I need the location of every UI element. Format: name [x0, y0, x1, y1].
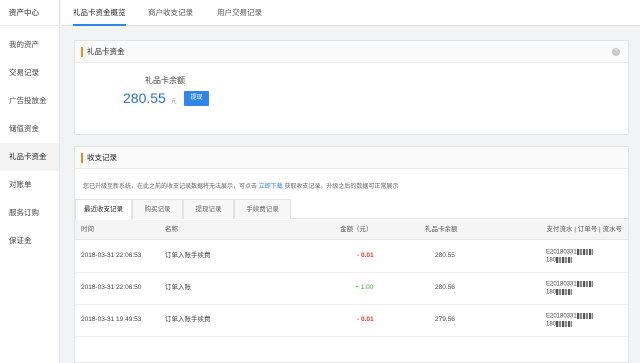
section-accent-bar: [81, 47, 83, 57]
withdraw-button[interactable]: 提现: [184, 91, 209, 106]
col-time: 时间: [81, 226, 94, 233]
row-name: 订单入账手续费: [165, 252, 211, 259]
row-balance: 279.56: [435, 316, 455, 323]
row-time: 2018-03-31 22:06:50: [81, 284, 142, 291]
subtab-withdrawals[interactable]: 提现记录: [183, 199, 234, 219]
row-balance: 280.56: [435, 284, 455, 291]
sidebar-item-stored-value[interactable]: 储值资金: [0, 115, 59, 143]
row-reference[interactable]: E20180331 180: [546, 249, 622, 265]
redacted-mark: [576, 281, 593, 287]
row-time: 2018-03-31 22:06:53: [81, 252, 142, 259]
row-reference[interactable]: E20180331 180: [546, 281, 622, 297]
notice-prefix: 您已升级至新系统，在此之前的收支记录数据将无法展示，可点击: [83, 184, 258, 190]
download-link[interactable]: 立即下载: [259, 184, 283, 190]
notice-suffix: 获取收支记录。升级之后的数据可正常展示: [284, 184, 399, 190]
section-accent-bar: [81, 153, 83, 163]
subtab-purchases[interactable]: 购买记录: [132, 199, 183, 219]
row-balance: 280.55: [435, 252, 455, 259]
sidebar-item-statements[interactable]: 对账单: [0, 171, 59, 199]
redacted-mark: [576, 249, 593, 255]
sidebar: 资产中心 我的资产 交易记录 广告投放金 储值资金 礼品卡资金 对账单 服务订购…: [0, 0, 60, 363]
overview-panel: 礼品卡资金 ? 礼品卡余额 280.55 元 提现: [74, 40, 629, 135]
records-panel: 收支记录 您已升级至新系统，在此之前的收支记录数据将无法展示，可点击 立即下载 …: [74, 146, 629, 363]
subtab-fees[interactable]: 手续费记录: [234, 199, 291, 219]
redacted-mark: [556, 257, 573, 264]
ref-line-1: E20180331: [546, 313, 577, 320]
ref-line-1: E20180331: [546, 281, 577, 288]
subtab-recent[interactable]: 最近收支记录: [75, 199, 132, 220]
tab-gift-card-overview[interactable]: 礼品卡资金概览: [73, 0, 126, 26]
sidebar-item-deposit[interactable]: 保证金: [0, 227, 59, 255]
table-row: 2018-03-31 22:06:53 订单入账手续费 - 0.01 280.5…: [75, 241, 628, 273]
ref-line-2: 180: [546, 289, 557, 296]
redacted-mark: [576, 313, 593, 319]
sidebar-item-ad-funds[interactable]: 广告投放金: [0, 87, 59, 115]
sidebar-title: 资产中心: [0, 0, 59, 26]
table-row: 2018-03-31 22:06:50 订单入账 + 1.00 280.56 E…: [75, 273, 628, 305]
col-amount: 金额（元）: [340, 226, 373, 233]
overview-header: 礼品卡资金 ?: [75, 41, 628, 63]
ref-line-2: 180: [546, 257, 557, 264]
row-name: 订单入账手续费: [165, 316, 211, 323]
records-subtabs: 最近收支记录 购买记录 提现记录 手续费记录: [75, 199, 628, 220]
table-row: 2018-03-31 19:49:53 订单入账手续费 - 0.01 279.5…: [75, 305, 628, 337]
sidebar-item-service-orders[interactable]: 服务订购: [0, 199, 59, 227]
tab-user-transactions[interactable]: 用户交易记录: [217, 0, 262, 26]
ref-line-1: E20180331: [546, 249, 577, 256]
balance-label: 礼品卡余额: [145, 76, 185, 85]
table-header: 时间 名称 金额（元） 礼品卡余额 支付流水 | 订单号 | 流水号: [75, 220, 628, 240]
help-icon[interactable]: ?: [612, 48, 620, 56]
balance-value: 280.55: [123, 90, 166, 106]
sidebar-item-gift-card-funds[interactable]: 礼品卡资金: [0, 143, 59, 171]
tab-merchant-records[interactable]: 商户收支记录: [148, 0, 193, 26]
row-reference[interactable]: E20180331 180: [546, 313, 622, 329]
sidebar-item-my-assets[interactable]: 我的资产: [0, 31, 59, 59]
records-header: 收支记录: [75, 147, 628, 169]
overview-title: 礼品卡资金: [87, 47, 125, 56]
row-amount: - 0.01: [357, 316, 374, 323]
row-time: 2018-03-31 19:49:53: [81, 316, 142, 323]
top-nav: 礼品卡资金概览 商户收支记录 用户交易记录: [61, 0, 640, 26]
col-balance: 礼品卡余额: [425, 226, 458, 233]
sidebar-item-transactions[interactable]: 交易记录: [0, 59, 59, 87]
row-amount: - 0.01: [357, 252, 374, 259]
balance-unit: 元: [171, 99, 177, 105]
upgrade-notice: 您已升级至新系统，在此之前的收支记录数据将无法展示，可点击 立即下载 获取收支记…: [83, 181, 398, 190]
redacted-mark: [556, 289, 573, 296]
col-name: 名称: [165, 226, 178, 233]
col-reference: 支付流水 | 订单号 | 流水号: [546, 226, 622, 233]
row-name: 订单入账: [165, 284, 191, 291]
records-title: 收支记录: [87, 153, 117, 162]
row-amount: + 1.00: [355, 284, 374, 291]
ref-line-2: 180: [546, 321, 557, 328]
redacted-mark: [556, 321, 573, 328]
